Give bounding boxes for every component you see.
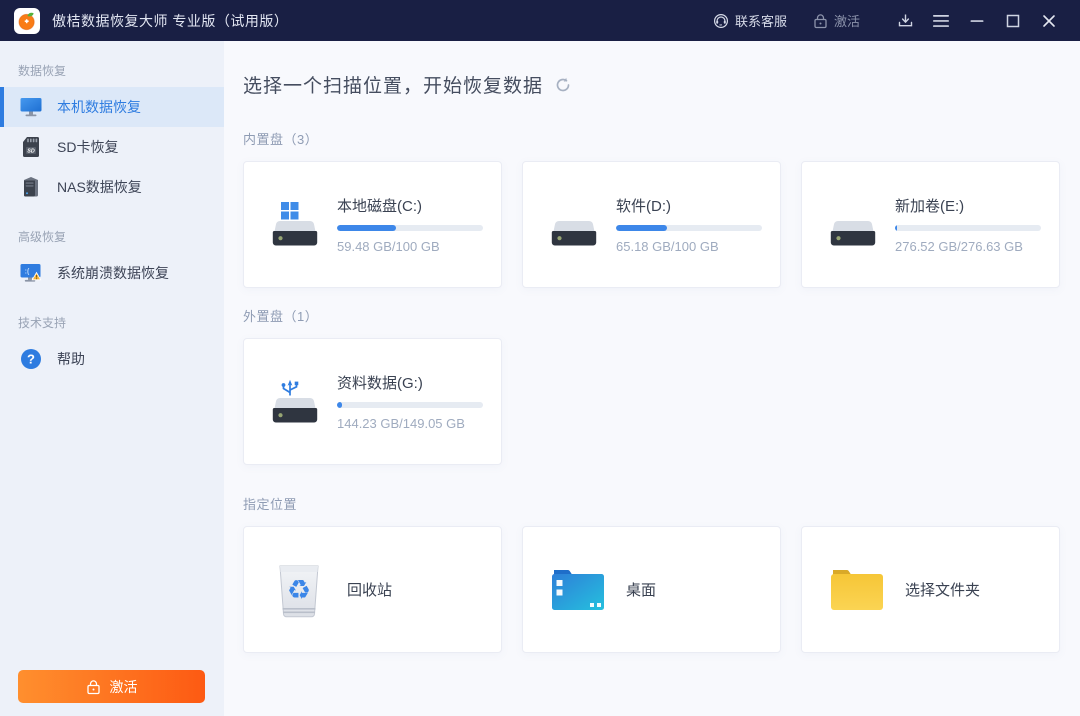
usb-drive-icon bbox=[270, 379, 320, 425]
location-label: 回收站 bbox=[347, 579, 392, 600]
sidebar-item-sd-card-recovery[interactable]: SD SD卡恢复 bbox=[0, 127, 224, 167]
sidebar-item-help[interactable]: ? 帮助 bbox=[0, 339, 224, 379]
drive-info: 新加卷(E:) 276.52 GB/276.63 GB bbox=[895, 195, 1041, 254]
download-button[interactable] bbox=[890, 6, 920, 36]
nas-server-icon bbox=[18, 175, 44, 199]
drive-card-e[interactable]: 新加卷(E:) 276.52 GB/276.63 GB bbox=[801, 161, 1060, 288]
drive-card-d[interactable]: 软件(D:) 65.18 GB/100 GB bbox=[522, 161, 781, 288]
window-body: 数据恢复 本机数据恢复 bbox=[0, 41, 1080, 716]
drive-name: 软件(D:) bbox=[616, 195, 762, 216]
minimize-icon bbox=[969, 13, 985, 29]
drive-usage-bar bbox=[337, 402, 483, 408]
maximize-button[interactable] bbox=[998, 6, 1028, 36]
drive-capacity: 144.23 GB/149.05 GB bbox=[337, 416, 483, 431]
drive-usage-bar bbox=[616, 225, 762, 231]
app-logo bbox=[14, 8, 40, 34]
drive-info: 资料数据(G:) 144.23 GB/149.05 GB bbox=[337, 372, 483, 431]
drive-name: 新加卷(E:) bbox=[895, 195, 1041, 216]
sidebar-item-label: 本机数据恢复 bbox=[57, 97, 141, 117]
drive-card-c[interactable]: 本地磁盘(C:) 59.48 GB/100 GB bbox=[243, 161, 502, 288]
sidebar-item-label: NAS数据恢复 bbox=[57, 177, 142, 197]
titlebar: 傲桔数据恢复大师 专业版（试用版） 联系客服 激活 bbox=[0, 0, 1080, 41]
location-card-desktop[interactable]: 桌面 bbox=[522, 526, 781, 653]
sidebar-section-header: 技术支持 bbox=[18, 314, 224, 331]
drive-info: 本地磁盘(C:) 59.48 GB/100 GB bbox=[337, 195, 483, 254]
refresh-button[interactable] bbox=[553, 75, 573, 95]
svg-text:♻: ♻ bbox=[287, 575, 311, 606]
titlebar-activate-button[interactable]: 激活 bbox=[813, 11, 860, 30]
menu-button[interactable] bbox=[926, 6, 956, 36]
sidebar-item-label: 帮助 bbox=[57, 349, 85, 369]
orange-fruit-logo-icon bbox=[17, 11, 37, 31]
drive-card-g[interactable]: 资料数据(G:) 144.23 GB/149.05 GB bbox=[243, 338, 502, 465]
hard-drive-icon bbox=[828, 202, 878, 248]
drive-capacity: 65.18 GB/100 GB bbox=[616, 239, 762, 254]
hard-drive-icon bbox=[549, 202, 599, 248]
titlebar-activate-label: 激活 bbox=[834, 11, 860, 30]
location-card-recycle-bin[interactable]: ♻ 回收站 bbox=[243, 526, 502, 653]
close-icon bbox=[1041, 13, 1057, 29]
drive-info: 软件(D:) 65.18 GB/100 GB bbox=[616, 195, 762, 254]
app-window: 傲桔数据恢复大师 专业版（试用版） 联系客服 激活 bbox=[0, 0, 1080, 716]
location-card-choose-folder[interactable]: 选择文件夹 bbox=[801, 526, 1060, 653]
menu-icon bbox=[932, 14, 950, 28]
main-content: 选择一个扫描位置，开始恢复数据 内置盘（3） bbox=[224, 41, 1080, 716]
sidebar-section-header: 数据恢复 bbox=[18, 62, 224, 79]
drive-capacity: 276.52 GB/276.63 GB bbox=[895, 239, 1041, 254]
drive-name: 本地磁盘(C:) bbox=[337, 195, 483, 216]
download-icon bbox=[897, 12, 914, 29]
sidebar-item-label: SD卡恢复 bbox=[57, 137, 118, 157]
drive-usage-bar bbox=[337, 225, 483, 231]
section-label-internal-disks: 内置盘（3） bbox=[243, 129, 1080, 148]
system-drive-icon bbox=[270, 202, 320, 248]
crashed-system-icon: :( bbox=[18, 261, 44, 285]
drive-capacity: 59.48 GB/100 GB bbox=[337, 239, 483, 254]
section-label-specified-locations: 指定位置 bbox=[243, 494, 1080, 513]
lock-icon bbox=[813, 13, 828, 29]
desktop-folder-icon bbox=[550, 568, 606, 612]
drive-usage-bar bbox=[895, 225, 1041, 231]
sidebar: 数据恢复 本机数据恢复 bbox=[0, 41, 224, 716]
recycle-bin-icon: ♻ bbox=[271, 562, 327, 618]
activate-button-label: 激活 bbox=[110, 677, 138, 697]
lock-icon bbox=[86, 679, 101, 695]
sidebar-item-local-recovery[interactable]: 本机数据恢复 bbox=[0, 87, 224, 127]
app-title: 傲桔数据恢复大师 专业版（试用版） bbox=[52, 11, 288, 31]
minimize-button[interactable] bbox=[962, 6, 992, 36]
activate-button[interactable]: 激活 bbox=[18, 670, 205, 703]
page-title: 选择一个扫描位置，开始恢复数据 bbox=[243, 71, 543, 98]
section-label-external-disks: 外置盘（1） bbox=[243, 306, 1080, 325]
contact-support-label: 联系客服 bbox=[735, 11, 787, 30]
drive-name: 资料数据(G:) bbox=[337, 372, 483, 393]
location-label: 桌面 bbox=[626, 579, 656, 600]
location-label: 选择文件夹 bbox=[905, 579, 980, 600]
headset-icon bbox=[713, 13, 729, 29]
svg-text:?: ? bbox=[27, 352, 35, 367]
contact-support-button[interactable]: 联系客服 bbox=[713, 11, 787, 30]
sidebar-section-header: 高级恢复 bbox=[18, 228, 224, 245]
maximize-icon bbox=[1005, 13, 1021, 29]
close-button[interactable] bbox=[1034, 6, 1064, 36]
monitor-icon bbox=[18, 95, 44, 119]
refresh-icon bbox=[555, 77, 571, 93]
sidebar-item-nas-recovery[interactable]: NAS数据恢复 bbox=[0, 167, 224, 207]
sidebar-item-label: 系统崩溃数据恢复 bbox=[57, 263, 169, 283]
sd-card-icon: SD bbox=[18, 135, 44, 159]
sidebar-item-crashed-system-recovery[interactable]: :( 系统崩溃数据恢复 bbox=[0, 253, 224, 293]
help-icon: ? bbox=[18, 347, 44, 371]
svg-text:SD: SD bbox=[27, 148, 35, 154]
svg-text::(: :( bbox=[25, 268, 30, 275]
choose-folder-icon bbox=[829, 568, 885, 612]
